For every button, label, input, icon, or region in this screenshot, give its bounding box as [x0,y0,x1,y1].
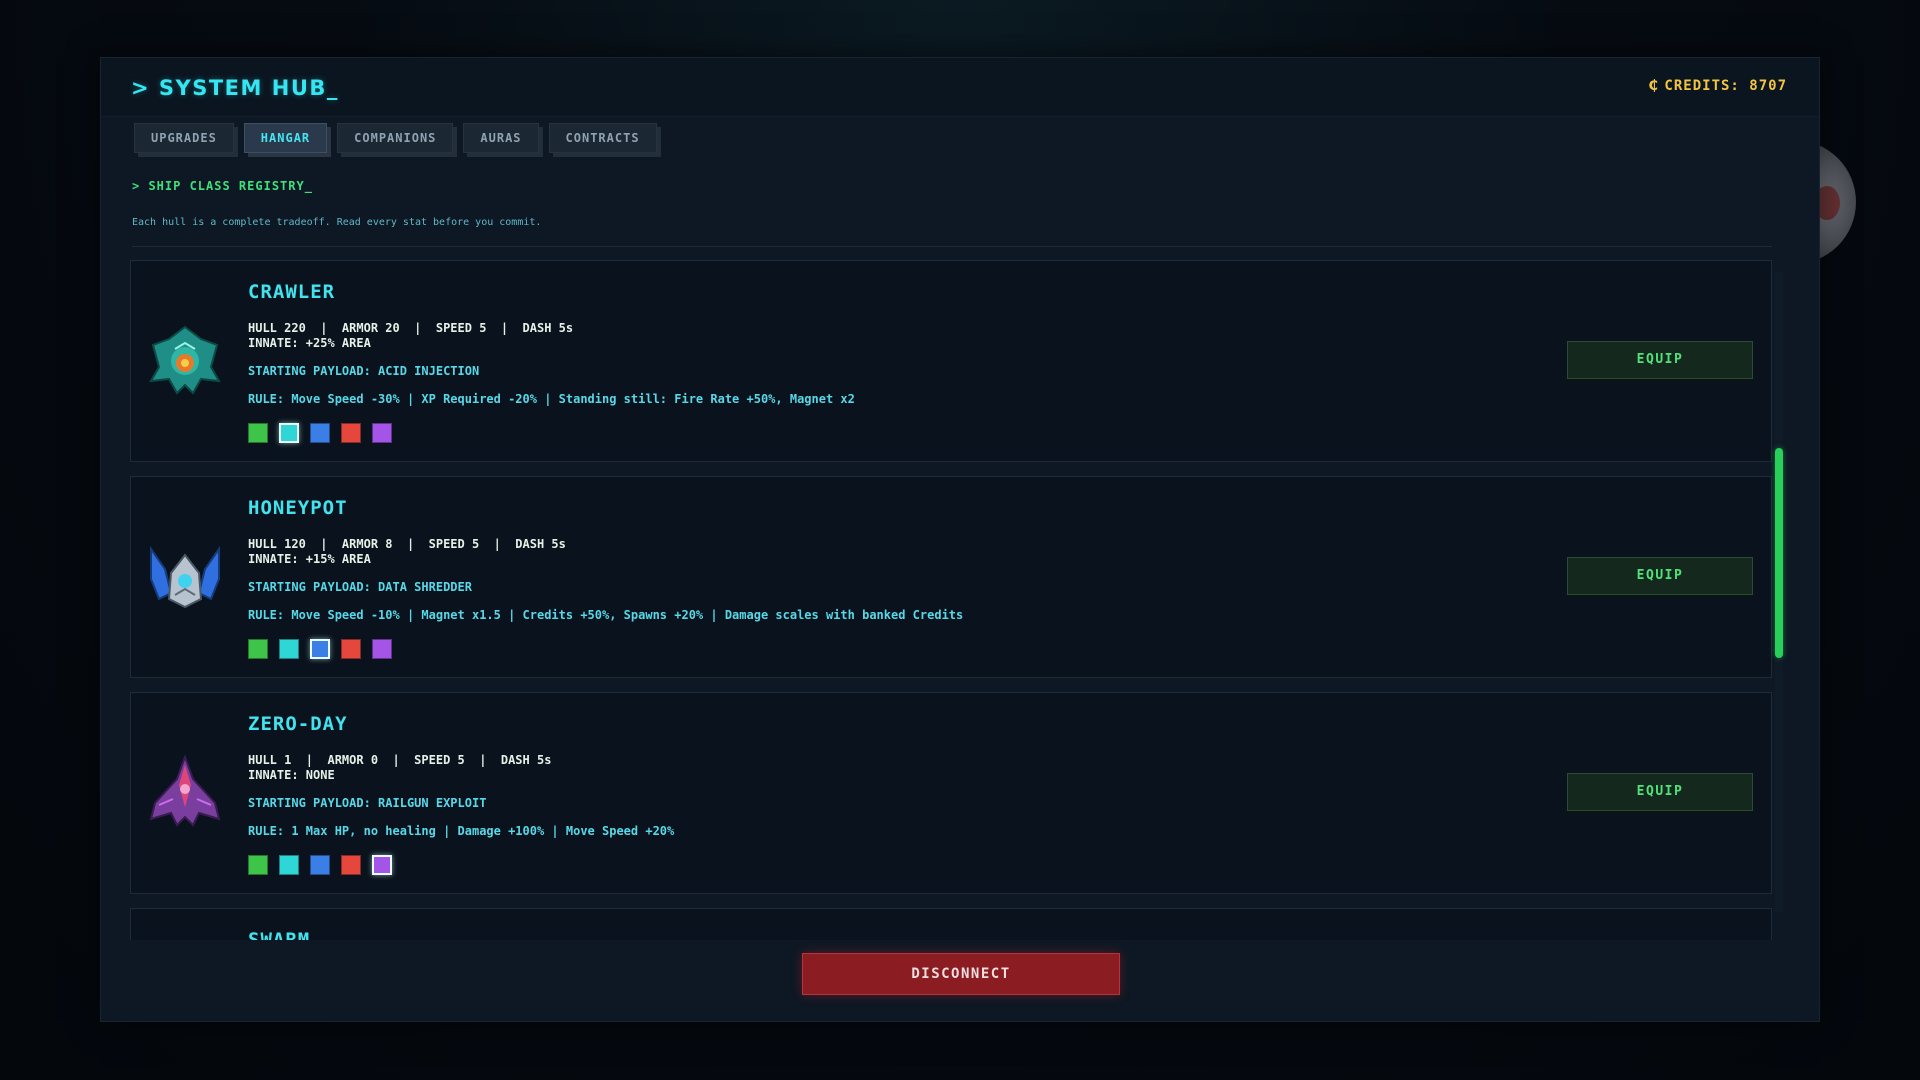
ship-innate: INNATE: +15% AREA [248,552,371,566]
ship-payload: STARTING PAYLOAD: RAILGUN EXPLOIT [248,796,487,810]
credits-display: ₵ CREDITS: 8707 [1649,78,1787,94]
honeypot-ship-icon [150,545,220,609]
ship-stats: HULL 220 | ARMOR 20 | SPEED 5 | DASH 5s … [248,321,573,351]
ship-stats: HULL 1 | ARMOR 0 | SPEED 5 | DASH 5s INN… [248,753,551,783]
ship-stat-line: HULL 1 | ARMOR 0 | SPEED 5 | DASH 5s [248,753,552,767]
ship-payload: STARTING PAYLOAD: DATA SHREDDER [248,580,472,594]
ship-rule: RULE: 1 Max HP, no healing | Damage +100… [248,824,675,838]
swatch-blue[interactable] [310,639,330,659]
ship-stats: HULL 120 | ARMOR 8 | SPEED 5 | DASH 5s I… [248,537,566,567]
scrollbar[interactable] [1775,272,1783,912]
swatch-cyan[interactable] [279,855,299,875]
ship-name: ZERO-DAY [248,713,348,735]
color-swatches [248,423,403,447]
ship-innate: INNATE: +25% AREA [248,336,371,350]
swatch-purple[interactable] [372,855,392,875]
swatch-red[interactable] [341,639,361,659]
swatch-red[interactable] [341,855,361,875]
equip-button[interactable]: EQUIP [1567,341,1753,379]
equip-button[interactable]: EQUIP [1567,557,1753,595]
ship-list[interactable]: CRAWLER HULL 220 | ARMOR 20 | SPEED 5 | … [130,260,1772,940]
zero-day-ship-icon [149,755,221,827]
ship-payload: STARTING PAYLOAD: ACID INJECTION [248,364,480,378]
ship-card-honeypot: HONEYPOT HULL 120 | ARMOR 8 | SPEED 5 | … [130,476,1772,678]
section-title: > SHIP CLASS REGISTRY_ [132,179,313,193]
swatch-green[interactable] [248,855,268,875]
tab-companions[interactable]: COMPANIONS [337,123,454,153]
section-description: Each hull is a complete tradeoff. Read e… [132,217,542,228]
swatch-blue[interactable] [310,423,330,443]
tab-hangar[interactable]: HANGAR [243,123,328,153]
swatch-cyan[interactable] [279,423,299,443]
coin-icon: ₵ [1648,78,1659,94]
color-swatches [248,639,403,663]
ship-rule: RULE: Move Speed -10% | Magnet x1.5 | Cr… [248,608,964,622]
crawler-ship-icon [149,325,221,395]
tab-upgrades[interactable]: UPGRADES [134,123,234,153]
swatch-blue[interactable] [310,855,330,875]
ship-innate: INNATE: NONE [248,768,335,782]
ship-name: CRAWLER [248,281,336,303]
swatch-purple[interactable] [372,423,392,443]
hub-header: > SYSTEM HUB_ ₵ CREDITS: 8707 [101,58,1819,117]
credits-label: CREDITS: 8707 [1664,78,1787,94]
ship-stat-line: HULL 220 | ARMOR 20 | SPEED 5 | DASH 5s [248,321,574,335]
color-swatches [248,855,403,879]
disconnect-button[interactable]: DISCONNECT [802,953,1120,995]
swatch-red[interactable] [341,423,361,443]
equip-button[interactable]: EQUIP [1567,773,1753,811]
ship-card-swarm: SWARM [130,908,1772,940]
swatch-green[interactable] [248,423,268,443]
ship-rule: RULE: Move Speed -30% | XP Required -20%… [248,392,855,406]
swatch-purple[interactable] [372,639,392,659]
system-hub-panel: > SYSTEM HUB_ ₵ CREDITS: 8707 UPGRADES HAN… [100,57,1820,1022]
scrollbar-thumb[interactable] [1775,448,1783,658]
hub-title: > SYSTEM HUB_ [131,76,339,100]
ship-name: HONEYPOT [248,497,348,519]
tab-bar: UPGRADES HANGAR COMPANIONS AURAS CONTRACTS [134,123,667,155]
divider [132,246,1772,247]
swatch-green[interactable] [248,639,268,659]
ship-card-crawler: CRAWLER HULL 220 | ARMOR 20 | SPEED 5 | … [130,260,1772,462]
tab-auras[interactable]: AURAS [463,123,539,153]
tab-contracts[interactable]: CONTRACTS [548,123,657,153]
ship-name: SWARM [248,929,311,940]
ship-stat-line: HULL 120 | ARMOR 8 | SPEED 5 | DASH 5s [248,537,566,551]
ship-card-zero-day: ZERO-DAY HULL 1 | ARMOR 0 | SPEED 5 | DA… [130,692,1772,894]
swatch-cyan[interactable] [279,639,299,659]
